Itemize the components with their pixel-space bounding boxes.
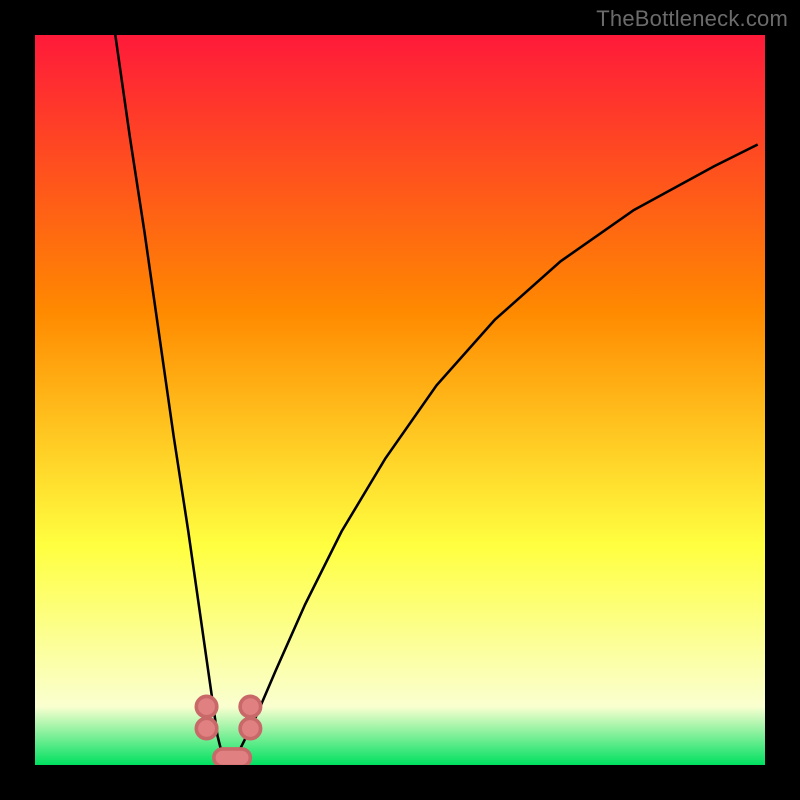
- outer-frame: TheBottleneck.com: [0, 0, 800, 800]
- data-markers: [196, 696, 260, 765]
- plot-area: [35, 35, 765, 765]
- curve-right-branch: [225, 145, 758, 766]
- curve-layer: [35, 35, 765, 765]
- marker-left-cluster: [196, 696, 216, 716]
- marker-bottom-bar: [214, 749, 251, 765]
- watermark-text: TheBottleneck.com: [596, 6, 788, 32]
- marker-right-cluster-2: [240, 718, 260, 738]
- curve-left-branch: [115, 35, 225, 765]
- marker-right-cluster: [240, 696, 260, 716]
- marker-left-cluster-2: [196, 718, 216, 738]
